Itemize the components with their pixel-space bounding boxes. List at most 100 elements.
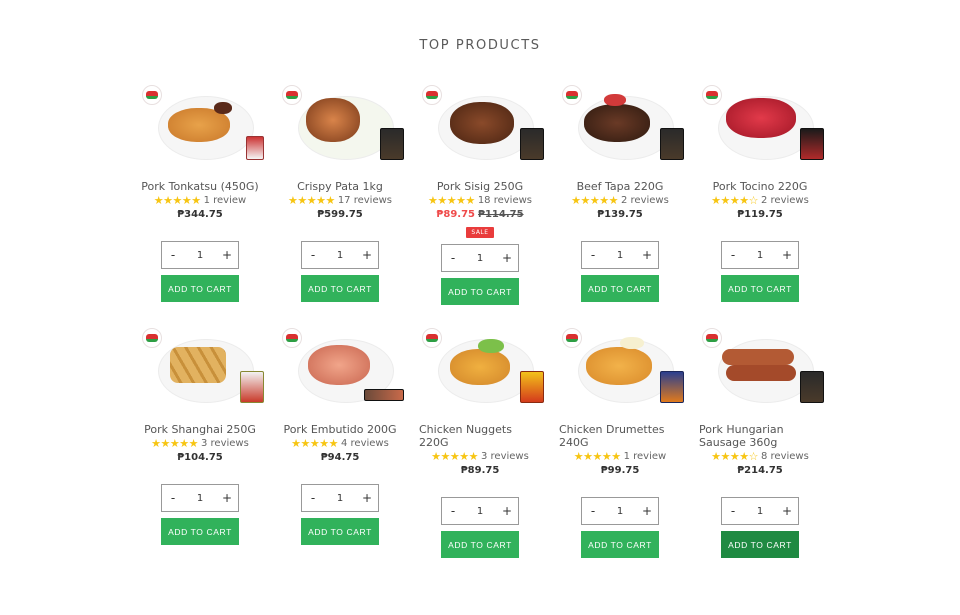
- increase-quantity-button[interactable]: +: [216, 491, 238, 505]
- add-to-cart-button[interactable]: ADD TO CART: [301, 275, 379, 302]
- add-to-cart-button[interactable]: ADD TO CART: [721, 275, 799, 302]
- product-price: ₱94.75: [320, 452, 360, 463]
- increase-quantity-button[interactable]: +: [496, 504, 518, 518]
- review-count[interactable]: 2 reviews: [621, 194, 669, 207]
- sale-price: ₱89.75: [436, 209, 476, 220]
- decrease-quantity-button[interactable]: -: [722, 248, 744, 262]
- product-card-chicken-drumettes: Chicken Drumettes 240G ★★★★★ 1 review ₱9…: [550, 323, 690, 558]
- add-to-cart-button[interactable]: ADD TO CART: [581, 275, 659, 302]
- product-rating: ★★★★★ 18 reviews: [428, 194, 532, 207]
- product-image[interactable]: [560, 80, 684, 166]
- decrease-quantity-button[interactable]: -: [442, 504, 464, 518]
- decrease-quantity-button[interactable]: -: [582, 248, 604, 262]
- increase-quantity-button[interactable]: +: [776, 504, 798, 518]
- star-rating-icon: ★★★★★: [431, 450, 478, 463]
- quantity-value[interactable]: 1: [197, 250, 203, 261]
- review-count[interactable]: 1 review: [624, 450, 667, 463]
- star-rating-icon: ★★★★★: [428, 194, 475, 207]
- product-image[interactable]: [420, 323, 544, 409]
- product-price: ₱599.75: [317, 209, 363, 220]
- review-count[interactable]: 1 review: [204, 194, 247, 207]
- increase-quantity-button[interactable]: +: [356, 491, 378, 505]
- decrease-quantity-button[interactable]: -: [162, 491, 184, 505]
- quantity-value[interactable]: 1: [477, 506, 483, 517]
- product-title[interactable]: Pork Sisig 250G: [437, 180, 523, 193]
- add-to-cart-button[interactable]: ADD TO CART: [301, 518, 379, 545]
- product-title[interactable]: Pork Embutido 200G: [283, 423, 396, 436]
- review-count[interactable]: 4 reviews: [341, 437, 389, 450]
- product-image[interactable]: [280, 323, 404, 409]
- increase-quantity-button[interactable]: +: [216, 248, 238, 262]
- product-image[interactable]: [700, 80, 824, 166]
- quantity-stepper: - 1 +: [441, 497, 519, 525]
- brand-logo-icon: [702, 85, 722, 105]
- review-count[interactable]: 3 reviews: [201, 437, 249, 450]
- product-image[interactable]: [700, 323, 824, 409]
- increase-quantity-button[interactable]: +: [636, 248, 658, 262]
- review-count[interactable]: 2 reviews: [761, 194, 809, 207]
- decrease-quantity-button[interactable]: -: [162, 248, 184, 262]
- product-card-chicken-nuggets: Chicken Nuggets 220G ★★★★★ 3 reviews ₱89…: [410, 323, 550, 558]
- product-image[interactable]: [140, 80, 264, 166]
- brand-logo-icon: [142, 85, 162, 105]
- quantity-value[interactable]: 1: [477, 253, 483, 264]
- product-price: ₱104.75: [177, 452, 223, 463]
- decrease-quantity-button[interactable]: -: [302, 248, 324, 262]
- compare-at-price: ₱114.75: [478, 209, 524, 220]
- decrease-quantity-button[interactable]: -: [582, 504, 604, 518]
- product-title[interactable]: Pork Tocino 220G: [713, 180, 808, 193]
- increase-quantity-button[interactable]: +: [776, 248, 798, 262]
- product-title[interactable]: Chicken Drumettes 240G: [559, 423, 681, 449]
- product-price: ₱344.75: [177, 209, 223, 220]
- add-to-cart-button[interactable]: ADD TO CART: [721, 531, 799, 558]
- decrease-quantity-button[interactable]: -: [442, 251, 464, 265]
- quantity-value[interactable]: 1: [757, 506, 763, 517]
- brand-logo-icon: [702, 328, 722, 348]
- review-count[interactable]: 3 reviews: [481, 450, 529, 463]
- quantity-value[interactable]: 1: [617, 250, 623, 261]
- star-rating-icon: ★★★★★: [291, 437, 338, 450]
- quantity-stepper: - 1 +: [721, 241, 799, 269]
- review-count[interactable]: 18 reviews: [478, 194, 532, 207]
- product-title[interactable]: Chicken Nuggets 220G: [419, 423, 541, 449]
- quantity-stepper: - 1 +: [721, 497, 799, 525]
- increase-quantity-button[interactable]: +: [496, 251, 518, 265]
- increase-quantity-button[interactable]: +: [356, 248, 378, 262]
- quantity-value[interactable]: 1: [337, 493, 343, 504]
- product-image[interactable]: [140, 323, 264, 409]
- decrease-quantity-button[interactable]: -: [302, 491, 324, 505]
- quantity-stepper: - 1 +: [301, 241, 379, 269]
- add-to-cart-button[interactable]: ADD TO CART: [581, 531, 659, 558]
- product-card-beef-tapa: Beef Tapa 220G ★★★★★ 2 reviews ₱139.75 -…: [550, 80, 690, 305]
- product-title[interactable]: Pork Shanghai 250G: [144, 423, 256, 436]
- product-title[interactable]: Pork Tonkatsu (450G): [141, 180, 258, 193]
- star-rating-icon: ★★★★★: [288, 194, 335, 207]
- quantity-value[interactable]: 1: [757, 250, 763, 261]
- product-image[interactable]: [420, 80, 544, 166]
- add-to-cart-button[interactable]: ADD TO CART: [441, 278, 519, 305]
- product-title[interactable]: Crispy Pata 1kg: [297, 180, 383, 193]
- add-to-cart-button[interactable]: ADD TO CART: [161, 275, 239, 302]
- add-to-cart-button[interactable]: ADD TO CART: [441, 531, 519, 558]
- quantity-value[interactable]: 1: [617, 506, 623, 517]
- review-count[interactable]: 17 reviews: [338, 194, 392, 207]
- product-title[interactable]: Pork Hungarian Sausage 360g: [699, 423, 821, 449]
- add-to-cart-button[interactable]: ADD TO CART: [161, 518, 239, 545]
- product-row: Pork Tonkatsu (450G) ★★★★★ 1 review ₱344…: [130, 80, 830, 305]
- product-title[interactable]: Beef Tapa 220G: [577, 180, 664, 193]
- product-rating: ★★★★★ 1 review: [574, 450, 666, 463]
- product-image[interactable]: [560, 323, 684, 409]
- quantity-value[interactable]: 1: [337, 250, 343, 261]
- decrease-quantity-button[interactable]: -: [722, 504, 744, 518]
- product-price: ₱99.75: [600, 465, 640, 476]
- quantity-value[interactable]: 1: [197, 493, 203, 504]
- product-rating: ★★★★★ 4 reviews: [291, 437, 389, 450]
- brand-logo-icon: [562, 328, 582, 348]
- increase-quantity-button[interactable]: +: [636, 504, 658, 518]
- brand-logo-icon: [282, 85, 302, 105]
- review-count[interactable]: 8 reviews: [761, 450, 809, 463]
- product-image[interactable]: [280, 80, 404, 166]
- star-rating-icon: ★★★★☆: [711, 450, 758, 463]
- sale-badge: SALE: [466, 227, 494, 238]
- product-card-pork-sisig: Pork Sisig 250G ★★★★★ 18 reviews ₱89.75 ₱…: [410, 80, 550, 305]
